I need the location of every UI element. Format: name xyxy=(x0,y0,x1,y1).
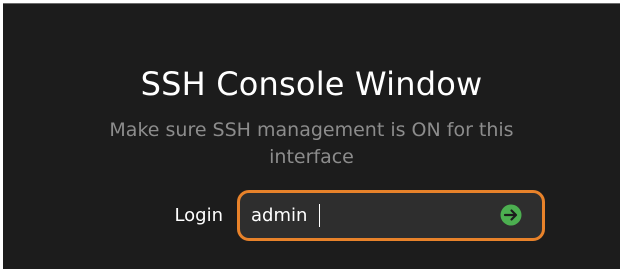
login-input[interactable] xyxy=(251,201,491,229)
arrow-right-circle-icon[interactable] xyxy=(500,204,522,226)
text-caret xyxy=(319,204,320,227)
window-subtitle: Make sure SSH management is ON for this … xyxy=(109,119,514,168)
window-title: SSH Console Window xyxy=(140,65,483,103)
login-input-container xyxy=(237,190,545,241)
ssh-console-window: SSH Console Window Make sure SSH managem… xyxy=(3,3,620,269)
login-label: Login xyxy=(174,205,223,226)
